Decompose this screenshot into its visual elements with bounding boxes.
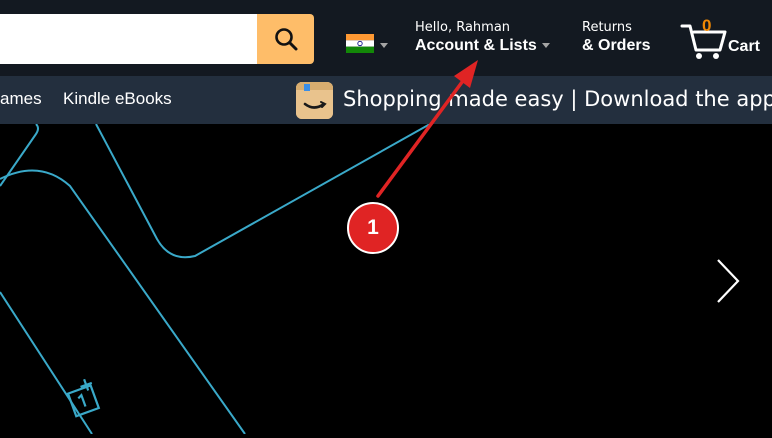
annotation-badge: 1 — [347, 202, 399, 254]
